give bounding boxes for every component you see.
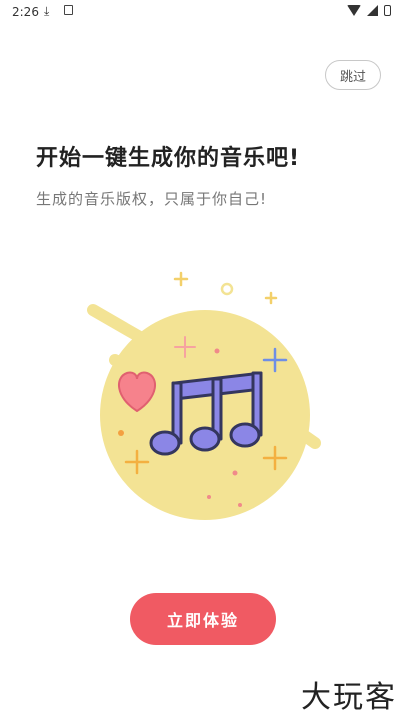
watermark: 大玩客 <box>301 680 397 715</box>
start-button[interactable]: 立即体验 <box>130 593 276 645</box>
sim-icon <box>64 5 73 15</box>
skip-button[interactable]: 跳过 <box>325 60 381 90</box>
status-icons <box>347 5 391 16</box>
decor-dot <box>238 503 242 507</box>
signal-icon <box>367 5 378 16</box>
decor-ring <box>220 282 234 296</box>
decor-dot <box>214 348 220 354</box>
wifi-icon <box>347 5 361 16</box>
status-bar: 2:26 ⤓ <box>0 0 405 26</box>
download-icon: ⤓ <box>44 4 50 18</box>
page-subtitle: 生成的音乐版权，只属于你自己! <box>36 190 268 208</box>
decor-dot <box>118 430 124 436</box>
decor-dot <box>207 495 211 499</box>
decor-dot <box>232 470 238 476</box>
background-circle <box>100 310 310 520</box>
sparkle-icon <box>173 271 278 305</box>
page-title: 开始一键生成你的音乐吧! <box>36 146 301 171</box>
battery-icon <box>384 5 391 16</box>
music-illustration <box>87 271 321 520</box>
status-time: 2:26 <box>12 5 39 19</box>
